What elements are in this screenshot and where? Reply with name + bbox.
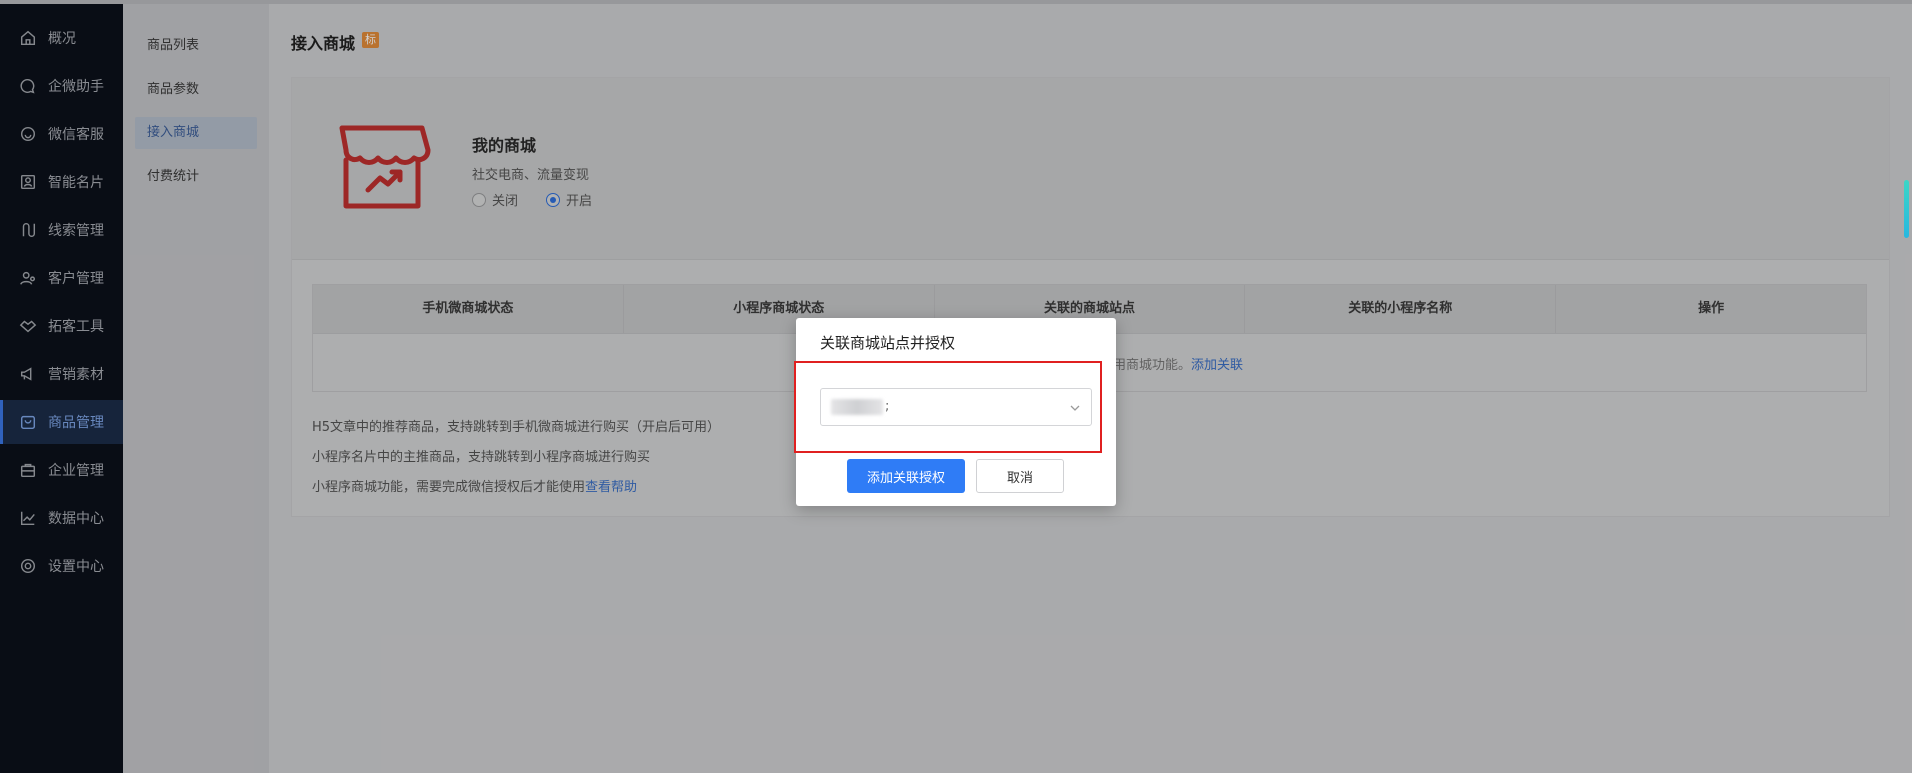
- chevron-down-icon: [1070, 405, 1080, 411]
- dialog-title: 关联商城站点并授权: [820, 334, 956, 352]
- select-value-suffix: ;: [885, 399, 891, 414]
- cancel-button[interactable]: 取消: [976, 459, 1064, 493]
- add-link-auth-button[interactable]: 添加关联授权: [847, 459, 965, 493]
- link-mall-dialog: 关联商城站点并授权 ; 添加关联授权 取消: [794, 318, 1116, 506]
- mall-site-select[interactable]: ;: [820, 388, 1092, 426]
- redacted-value: [831, 399, 883, 415]
- scrollbar-thumb[interactable]: [1904, 180, 1909, 238]
